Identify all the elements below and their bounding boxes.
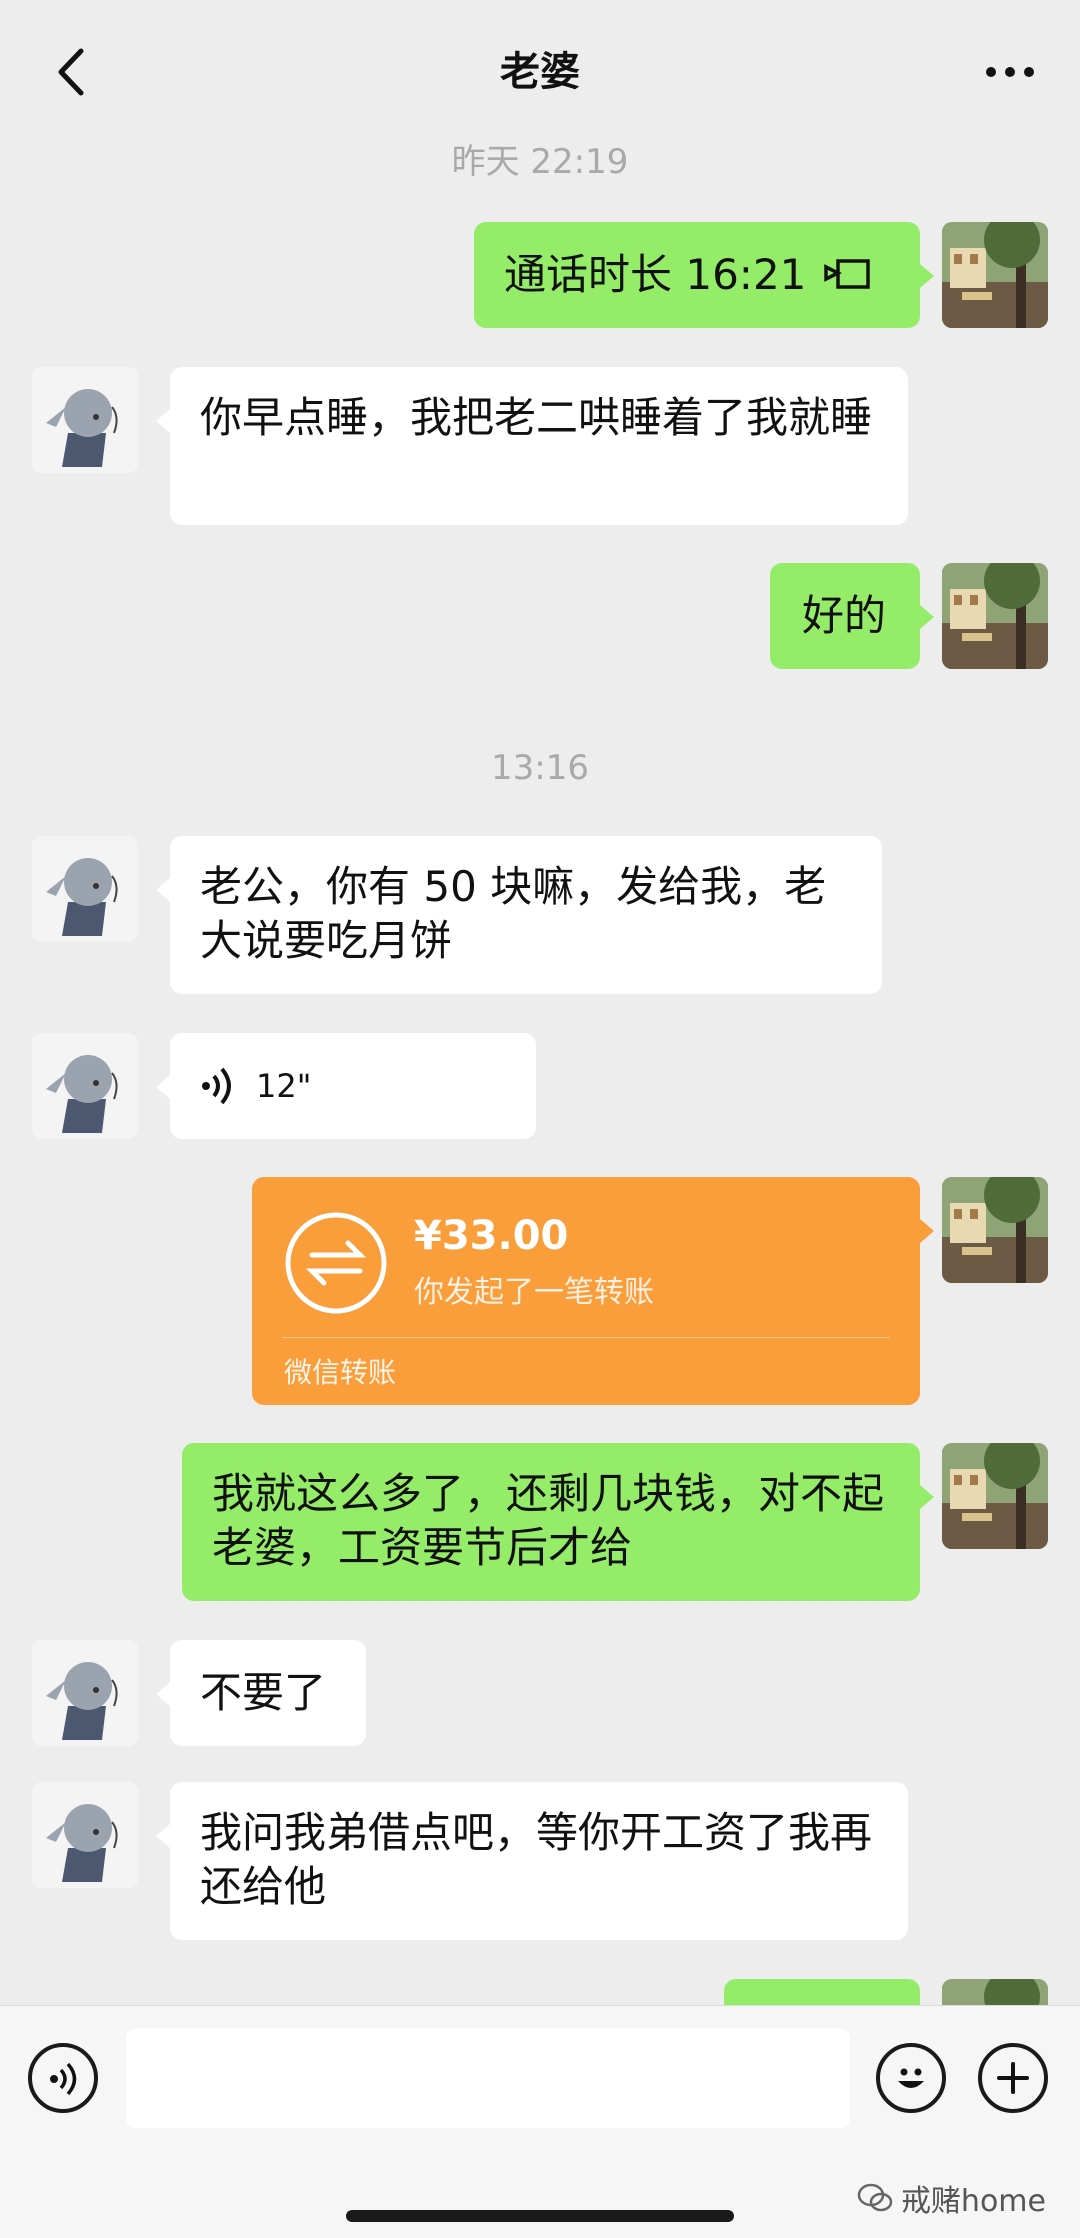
watermark-text: 戒赌home xyxy=(900,2184,1046,2219)
message-bubble-sent[interactable]: 好的 xyxy=(770,563,934,669)
chat-title: 老婆 xyxy=(500,49,580,95)
home-indicator xyxy=(346,2210,734,2222)
message-bubble-received[interactable]: 老公，你有 50 块嘛，发给我，老大说要吃月饼 xyxy=(156,836,882,994)
cartoon-girl-avatar-image xyxy=(32,367,138,473)
scenery-avatar-image xyxy=(942,1177,1048,1283)
call-duration-text: 通话时长 16:21 xyxy=(504,250,807,299)
voice-icon xyxy=(50,2062,77,2096)
scenery-avatar-image xyxy=(942,1443,1048,1549)
message-text: 我问我弟借点吧，等你开工资了我再还给他 xyxy=(200,1808,873,1911)
chat-header: 老婆 xyxy=(0,0,1080,140)
scenery-avatar-image xyxy=(942,1979,1048,2005)
transfer-note: 你发起了一笔转账 xyxy=(414,1275,654,1310)
more-functions-button[interactable] xyxy=(978,2043,1048,2113)
cartoon-girl-avatar-image xyxy=(32,836,138,942)
transfer-label: 微信转账 xyxy=(284,1356,397,1389)
self-avatar[interactable] xyxy=(942,222,1048,328)
watermark: 戒赌home xyxy=(857,2176,1046,2220)
message-text: 你早点睡，我把老二哄睡着了我就睡 xyxy=(200,393,873,442)
divider xyxy=(282,1337,890,1338)
transfer-amount: ¥33.00 xyxy=(414,1213,569,1259)
self-avatar[interactable] xyxy=(942,563,1048,669)
contact-avatar[interactable] xyxy=(32,836,138,942)
contact-avatar[interactable] xyxy=(32,367,138,473)
smiley-icon xyxy=(898,2068,924,2088)
message-text: 老公，你有 50 块嘛，发给我，老大说要吃月饼 xyxy=(200,862,827,965)
cartoon-girl-avatar-image xyxy=(32,1640,138,1746)
message-text: 好的 xyxy=(802,591,887,640)
message-bubble-received[interactable]: 你早点睡，我把老二哄睡着了我就睡 xyxy=(156,367,908,525)
voice-duration: 12" xyxy=(256,1067,312,1105)
transfer-arrows-icon xyxy=(285,1212,387,1314)
message-bubble-received[interactable]: 不要了 xyxy=(156,1640,366,1746)
contact-avatar[interactable] xyxy=(32,1640,138,1746)
scenery-avatar-image xyxy=(942,222,1048,328)
plus-icon xyxy=(997,2062,1029,2094)
emoji-button[interactable] xyxy=(876,2043,946,2113)
contact-avatar[interactable] xyxy=(32,1033,138,1139)
voice-wave-icon xyxy=(202,1067,231,1105)
self-avatar[interactable] xyxy=(942,1979,1048,2005)
voice-input-button[interactable] xyxy=(28,2043,98,2113)
message-input[interactable] xyxy=(126,2028,850,2128)
cartoon-girl-avatar-image xyxy=(32,1782,138,1888)
transfer-card[interactable]: ¥33.00 你发起了一笔转账 微信转账 xyxy=(252,1177,934,1405)
message-text: 我就这么多了，还剩几块钱，对不起老婆，工资要节后才给 xyxy=(212,1469,885,1572)
cartoon-girl-avatar-image xyxy=(32,1033,138,1139)
timestamp: 昨天 22:19 xyxy=(451,142,629,182)
self-avatar[interactable] xyxy=(942,1443,1048,1549)
scenery-avatar-image xyxy=(942,563,1048,669)
self-avatar[interactable] xyxy=(942,1177,1048,1283)
wechat-logo-icon xyxy=(857,2183,893,2212)
message-bubble-received[interactable]: 我问我弟借点吧，等你开工资了我再还给他 xyxy=(156,1782,908,1940)
message-bubble-sent[interactable]: 我就这么多了，还剩几块钱，对不起老婆，工资要节后才给 xyxy=(182,1443,934,1601)
chat-area[interactable]: 昨天 22:19 通话时长 16:21 你早点睡，我把老二哄睡着了我就睡 好的 … xyxy=(0,0,1080,2005)
contact-avatar[interactable] xyxy=(32,1782,138,1888)
more-dots-icon xyxy=(986,67,1034,77)
call-record-bubble[interactable]: 通话时长 16:21 xyxy=(474,222,934,328)
timestamp: 13:16 xyxy=(491,748,589,788)
message-text: 不要了 xyxy=(200,1668,327,1717)
voice-message-bubble[interactable]: 12" xyxy=(156,1033,536,1139)
message-bubble-sent-partial[interactable] xyxy=(724,1979,920,2005)
video-call-icon xyxy=(824,259,871,289)
more-options-button[interactable] xyxy=(970,42,1050,102)
input-bar: 戒赌home xyxy=(0,2005,1080,2238)
